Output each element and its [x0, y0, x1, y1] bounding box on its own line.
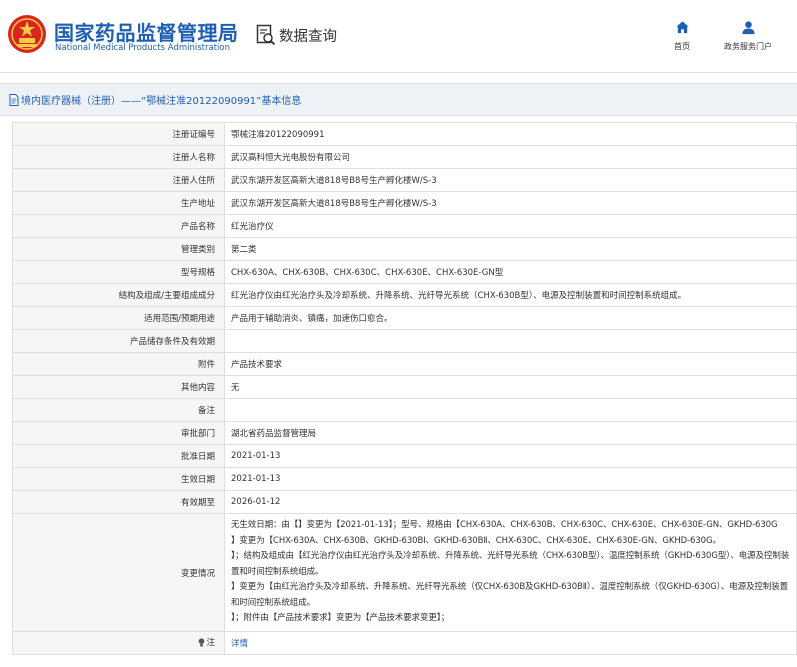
row-label: 注册人名称: [12, 145, 225, 169]
row-value: 红光治疗仪: [224, 214, 797, 238]
header-divider: [0, 72, 797, 73]
row-label: 产品名称: [12, 214, 225, 238]
row-value: 产品技术要求: [224, 352, 797, 376]
table-row: 有效期至 2026-01-12: [12, 490, 797, 514]
row-label: 适用范围/预期用途: [12, 306, 225, 330]
row-value: 红光治疗仪由红光治疗头及冷却系统、升降系统、光纤导光系统（CHX-630B型）、…: [224, 283, 797, 307]
row-label: 生效日期: [12, 467, 225, 491]
row-value: 2021-01-13: [224, 467, 797, 491]
user-icon: [741, 21, 755, 35]
nav-home-label: 首页: [674, 42, 690, 51]
nav-home[interactable]: 首页: [647, 20, 717, 52]
row-value: 无: [224, 375, 797, 399]
table-row: 生产地址 武汉东湖开发区高新大道818号B8号生产孵化楼W/S-3: [12, 191, 797, 215]
row-value: 鄂械注准20122090991: [224, 122, 797, 146]
lightbulb-icon: [199, 638, 205, 647]
row-label: 型号规格: [12, 260, 225, 284]
row-label: 注册证编号: [12, 122, 225, 146]
change-history-value: 无生效日期：由【】变更为【2021-01-13】；型号、规格由【CHX-630A…: [224, 513, 797, 632]
data-search-icon: [256, 24, 276, 46]
table-row: 产品名称 红光治疗仪: [12, 214, 797, 238]
breadcrumb: 境内医疗器械（注册）——“鄂械注准20122090991”基本信息: [0, 83, 797, 116]
row-label: 备注: [12, 398, 225, 422]
row-value: 武汉高科恒大光电股份有限公司: [224, 145, 797, 169]
table-row: 审批部门 湖北省药品监督管理局: [12, 421, 797, 445]
row-label: 产品储存条件及有效期: [12, 329, 225, 353]
site-header: 国家药品监督管理局 National Medical Products Admi…: [0, 0, 797, 72]
table-row: 附件 产品技术要求: [12, 352, 797, 376]
row-value: 2021-01-13: [224, 444, 797, 468]
row-label: 其他内容: [12, 375, 225, 399]
note-label: 注: [198, 636, 215, 648]
row-value: [224, 398, 797, 422]
table-row: 结构及组成/主要组成成分 红光治疗仪由红光治疗头及冷却系统、升降系统、光纤导光系统…: [12, 283, 797, 307]
home-icon: [675, 21, 689, 34]
table-row: 产品储存条件及有效期: [12, 329, 797, 353]
row-label: 注册人住所: [12, 168, 225, 192]
note-label-text: 注: [206, 638, 215, 649]
row-value: 产品用于辅助消炎、镇痛，加速伤口愈合。: [224, 306, 797, 330]
table-row: 注册人名称 武汉高科恒大光电股份有限公司: [12, 145, 797, 169]
row-label: 管理类别: [12, 237, 225, 261]
site-title: 国家药品监督管理局: [54, 21, 239, 45]
nav-gov-portal[interactable]: 政务服务门户: [713, 20, 783, 52]
row-value: CHX-630A、CHX-630B、CHX-630C、CHX-630E、CHX-…: [224, 260, 797, 284]
row-label: 生产地址: [12, 191, 225, 215]
row-label: 附件: [12, 352, 225, 376]
note-value-cell: 详情: [224, 631, 797, 655]
data-query-label: 数据查询: [279, 28, 337, 45]
change-history-line: 】变更为【由红光治疗头及冷却系统、升降系统、光纤导光系统（仅CHX-630B及G…: [231, 582, 789, 608]
row-label: 审批部门: [12, 421, 225, 445]
row-label: 结构及组成/主要组成成分: [12, 283, 225, 307]
row-value: 2026-01-12: [224, 490, 797, 514]
detail-link[interactable]: 详情: [231, 639, 248, 649]
row-label: 有效期至: [12, 490, 225, 514]
site-title-english: National Medical Products Administration: [55, 43, 230, 53]
table-row: 备注: [12, 398, 797, 422]
table-row: 适用范围/预期用途 产品用于辅助消炎、镇痛，加速伤口愈合。: [12, 306, 797, 330]
table-row: 生效日期 2021-01-13: [12, 467, 797, 491]
row-value: 武汉东湖开发区高新大道818号B8号生产孵化楼W/S-3: [224, 168, 797, 192]
data-query-brand[interactable]: 数据查询: [256, 24, 337, 46]
breadcrumb-text: 境内医疗器械（注册）——“鄂械注准20122090991”基本信息: [21, 96, 302, 107]
row-label: 批准日期: [12, 444, 225, 468]
table-row: 注册人住所 武汉东湖开发区高新大道818号B8号生产孵化楼W/S-3: [12, 168, 797, 192]
table-row: 管理类别 第二类: [12, 237, 797, 261]
row-value: 湖北省药品监督管理局: [224, 421, 797, 445]
document-icon: [9, 93, 19, 106]
table-row-note: 注 详情: [12, 631, 797, 655]
table-row: 其他内容无: [12, 375, 797, 399]
table-row-change-history: 变更情况 无生效日期：由【】变更为【2021-01-13】；型号、规格由【CHX-…: [12, 513, 797, 632]
change-history-line: 】；结构及组成由【红光治疗仪由红光治疗头及冷却系统、升降系统、光纤导光系统（CH…: [231, 551, 790, 577]
row-value: [224, 329, 797, 353]
detail-table: 注册证编号 鄂械注准20122090991 注册人名称 武汉高科恒大光电股份有限公司注…: [12, 122, 797, 655]
change-history-line: 】变更为【CHX-630A、CHX-630B、GKHD-630BI、GKHD-6…: [231, 535, 721, 546]
nav-gov-label: 政务服务门户: [724, 42, 772, 51]
row-value: 武汉东湖开发区高新大道818号B8号生产孵化楼W/S-3: [224, 191, 797, 215]
table-row: 批准日期 2021-01-13: [12, 444, 797, 468]
table-row: 型号规格 CHX-630A、CHX-630B、CHX-630C、CHX-630E、…: [12, 260, 797, 284]
note-label-cell: 注: [12, 631, 225, 655]
national-emblem-icon: [8, 15, 46, 53]
change-history-line: 无生效日期：由【】变更为【2021-01-13】；型号、规格由【CHX-630A…: [231, 520, 778, 531]
change-history-label: 变更情况: [12, 513, 225, 632]
table-row: 注册证编号 鄂械注准20122090991: [12, 122, 797, 146]
row-value: 第二类: [224, 237, 797, 261]
change-history-line: 】；附件由【产品技术要求】变更为【产品技术要求变更】；: [231, 613, 450, 624]
